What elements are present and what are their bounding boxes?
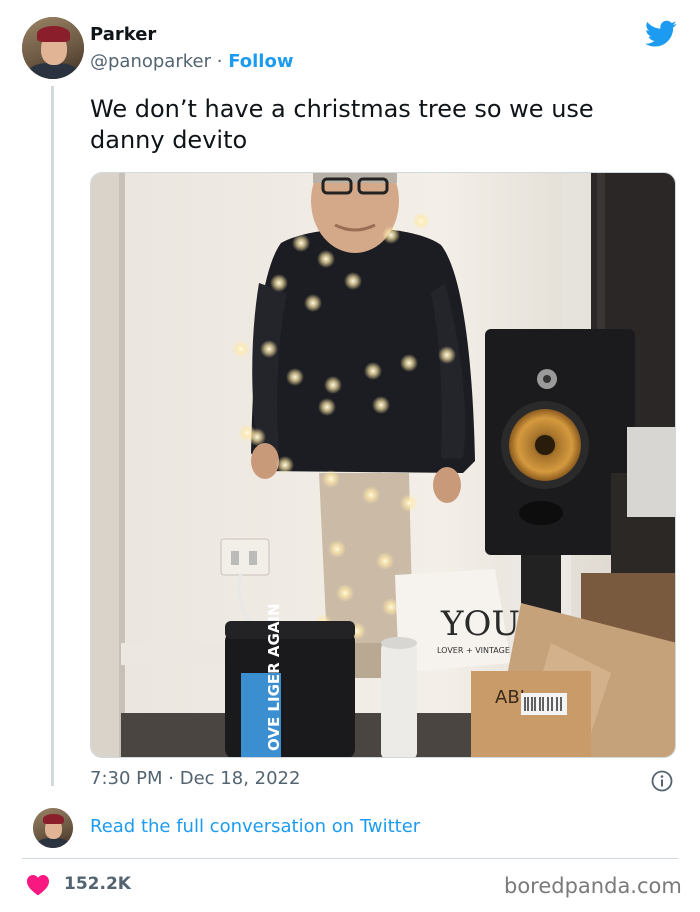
handle-separator: · — [216, 51, 223, 72]
bag-tagline-text: LOVER + VINTAGE — [437, 646, 510, 655]
author-handle-row: @panoparker · Follow — [90, 51, 293, 72]
heart-icon[interactable] — [26, 874, 50, 896]
info-icon[interactable] — [651, 770, 673, 792]
read-conversation-link[interactable]: Read the full conversation on Twitter — [90, 816, 420, 837]
timestamp-separator: · — [168, 768, 174, 789]
twitter-bird-icon[interactable] — [645, 20, 677, 48]
tweet-embed-card: Parker @panoparker · Follow We don’t hav… — [0, 0, 700, 912]
tweet-timestamp[interactable]: 7:30 PM · Dec 18, 2022 — [90, 768, 300, 789]
tweet-text: We don’t have a christmas tree so we use… — [90, 95, 594, 154]
footer-divider — [22, 858, 678, 859]
author-avatar[interactable] — [22, 17, 84, 79]
tweet-time: 7:30 PM — [90, 768, 163, 789]
cooler-bag: OVE LIGER AGAIN — [225, 603, 355, 757]
cardboard-box: ABI — [471, 671, 591, 757]
author-handle[interactable]: @panoparker — [90, 51, 211, 72]
cooler-text: OVE LIGER AGAIN — [265, 603, 283, 751]
box-label-text: ABI — [495, 687, 525, 708]
christmas-cutout-photo: YOU LOVER + VINTAGE ABI OVE LIGER AGAIN — [91, 173, 675, 757]
thread-connector-line — [51, 86, 54, 786]
tweet-date: Dec 18, 2022 — [179, 768, 301, 789]
tweet-photo[interactable]: YOU LOVER + VINTAGE ABI OVE LIGER AGAIN — [90, 172, 676, 758]
like-count[interactable]: 152.2K — [64, 874, 131, 894]
bag-brand-text: YOU — [440, 604, 520, 644]
follow-button[interactable]: Follow — [228, 51, 293, 72]
author-name[interactable]: Parker — [90, 24, 156, 45]
author-avatar-small[interactable] — [33, 808, 73, 848]
source-watermark: boredpanda.com — [504, 874, 682, 898]
